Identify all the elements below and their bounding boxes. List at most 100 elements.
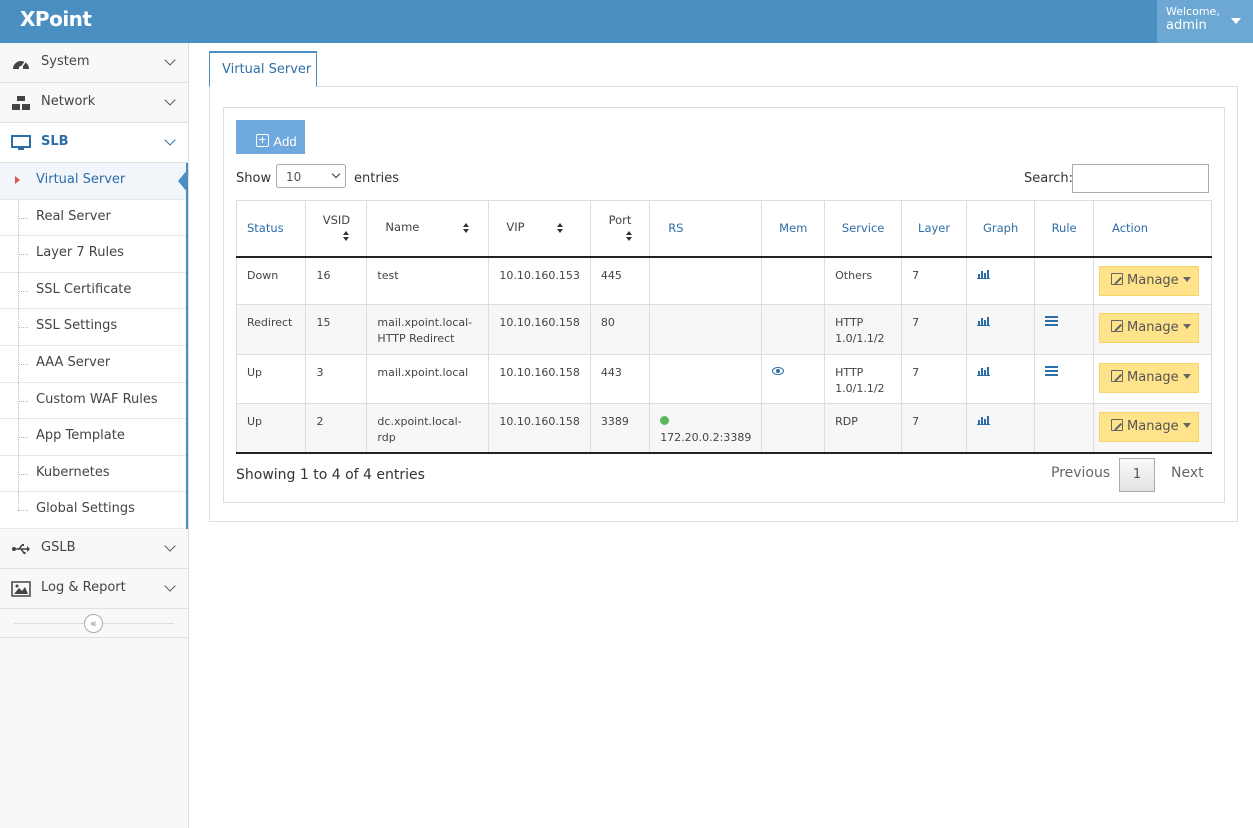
show-label: Show [236,171,272,186]
tab-virtual-server[interactable]: Virtual Server [209,51,317,87]
page-length-select[interactable]: 10 [276,164,346,188]
sidebar-group-slb[interactable]: SLB [0,123,188,163]
sidebar-item-label: AAA Server [36,354,111,370]
sidebar-group-gslb[interactable]: GSLB [0,528,188,569]
col-vsid[interactable]: VSID [305,200,368,258]
active-pointer-icon [178,169,188,193]
page-button-1[interactable]: 1 [1119,458,1155,492]
cell-action: Manage [1093,256,1212,305]
collapse-sidebar-icon[interactable]: « [84,613,103,633]
eye-icon[interactable] [772,367,785,375]
col-rs: RS [649,200,763,258]
active-marker-icon [15,176,20,184]
col-header-label: Port [608,213,632,228]
sidebar-item-app-template[interactable]: App Template [0,419,186,457]
caret-down-icon [1182,374,1191,379]
top-bar: XPoint Welcome, admin [0,0,1253,43]
cell-graph [966,256,1036,305]
cell-rs: 172.20.0.2:3389 [649,403,763,454]
bar-chart-icon[interactable] [977,316,991,326]
sidebar-item-layer7-rules[interactable]: Layer 7 Rules [0,236,186,274]
sidebar-item-ssl-settings[interactable]: SSL Settings [0,309,186,347]
col-action: Action [1093,200,1212,258]
manage-button[interactable]: Manage [1099,265,1200,296]
rule-list-icon[interactable] [1045,316,1059,326]
cell-mem [761,403,826,454]
manage-button[interactable]: Manage [1099,412,1200,442]
sidebar-group-label: GSLB [41,539,76,555]
welcome-label: Welcome, [1166,5,1220,18]
col-port[interactable]: Port [589,200,651,258]
caret-down-icon [1231,18,1241,24]
col-name[interactable]: Name [366,200,490,258]
sidebar-item-ssl-certificate[interactable]: SSL Certificate [0,272,186,310]
cell-vsid: 16 [305,256,368,305]
cell-action: Manage [1093,403,1212,454]
col-header-label: Name [385,220,420,235]
app-logo[interactable]: XPoint [20,7,92,31]
sort-icon [557,223,564,234]
cell-vsid: 2 [305,403,368,454]
sidebar-group-log-report[interactable]: Log & Report [0,568,188,609]
cell-port: 445 [589,256,651,305]
cell-action: Manage [1093,304,1212,355]
table-row: Up 2 dc.xpoint.local-rdp 10.10.160.158 3… [235,403,1212,454]
sidebar-item-real-server[interactable]: Real Server [0,199,186,237]
col-status[interactable]: Status [235,200,307,258]
sidebar-item-label: App Template [36,428,125,444]
sidebar-item-kubernetes[interactable]: Kubernetes [0,455,186,493]
bar-chart-icon[interactable] [977,415,991,425]
sidebar-item-aaa-server[interactable]: AAA Server [0,345,186,383]
user-menu[interactable]: Welcome, admin [1157,0,1253,43]
add-button-label: Add [273,133,297,149]
sidebar-group-label: Network [41,94,96,109]
cell-layer: 7 [901,304,968,355]
entries-label: entries [354,171,400,186]
rule-list-icon[interactable] [1045,366,1059,376]
next-button[interactable]: Next [1171,465,1204,481]
sort-icon [463,223,470,234]
manage-button[interactable]: Manage [1099,313,1200,343]
add-button[interactable]: Add [236,120,305,154]
plus-square-icon [256,133,270,147]
cell-status: Up [235,354,307,404]
table-row: Redirect 15 mail.xpoint.local-HTTP Redir… [235,304,1212,355]
cell-rule [1034,256,1095,305]
cell-vip: 10.10.160.153 [488,256,591,305]
bar-chart-icon[interactable] [977,366,991,376]
previous-button[interactable]: Previous [1051,465,1110,481]
sidebar-group-network[interactable]: Network [0,83,188,123]
cell-port: 80 [589,304,651,355]
col-layer: Layer [901,200,968,258]
sidebar-item-global-settings[interactable]: Global Settings [0,492,186,529]
virtual-server-panel: Add Show 10 entries Search: Status VSID … [223,107,1225,503]
cell-layer: 7 [901,256,968,305]
rs-address[interactable]: 172.20.0.2:3389 [660,431,751,444]
col-vip[interactable]: VIP [488,200,591,258]
cell-name: mail.xpoint.local [366,354,490,404]
sidebar-item-custom-waf-rules[interactable]: Custom WAF Rules [0,382,186,420]
virtual-server-table: Status VSID Name VIP Port RS Mem Service… [235,200,1212,454]
sidebar-group-label: System [41,54,90,69]
sidebar-group-system[interactable]: System [0,43,188,83]
chevron-down-icon [164,54,176,66]
cell-service: HTTP 1.0/1.1/2 [824,304,903,355]
manage-label: Manage [1127,370,1179,385]
cell-vsid: 15 [305,304,368,355]
slb-submenu: Virtual Server Real Server Layer 7 Rules… [0,163,188,529]
content-area: Virtual Server Add Show 10 entries Searc… [209,51,1238,522]
edit-icon [1111,419,1124,431]
search-input[interactable] [1072,164,1209,193]
cell-service: RDP [824,403,903,454]
cell-rs [649,354,763,404]
cell-status: Up [235,403,307,454]
bar-chart-icon[interactable] [977,269,991,279]
cell-port: 443 [589,354,651,404]
sidebar-item-label: Real Server [36,208,111,224]
manage-button[interactable]: Manage [1099,363,1200,393]
sidebar-collapse: « [0,609,188,638]
image-icon [11,581,31,597]
caret-down-icon [1182,423,1191,428]
sidebar-item-virtual-server[interactable]: Virtual Server [0,163,188,200]
cell-port: 3389 [589,403,651,454]
